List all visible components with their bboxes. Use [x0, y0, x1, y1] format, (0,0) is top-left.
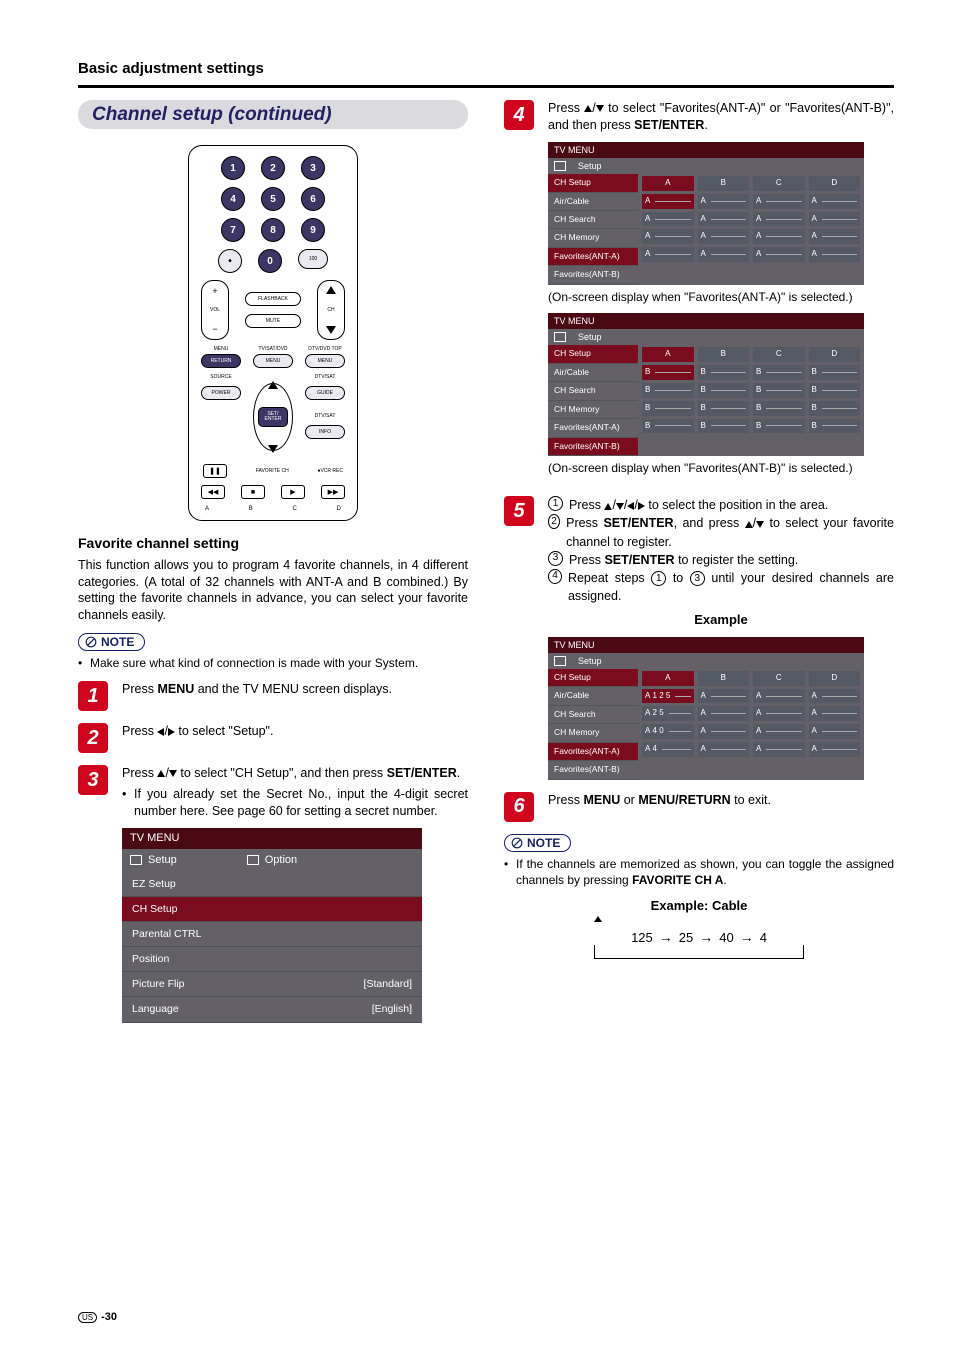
remote-flashback: FLASHBACK	[245, 292, 301, 306]
step-2-num: 2	[78, 723, 108, 753]
tvmenu-example: TV MENU Setup CH SetupAir/CableCH Search…	[548, 637, 864, 780]
step-3-body: Press / to select "CH Setup", and then p…	[122, 765, 468, 1022]
note-tag: NOTE	[78, 633, 145, 651]
tvmenu3-header: TV MENU	[122, 828, 422, 849]
remote-stop-icon: ■	[241, 485, 265, 499]
remote-vol: +VOL−	[201, 280, 229, 340]
remote-btn-5: 5	[261, 187, 285, 211]
remote-guide: GUIDE	[305, 386, 345, 400]
remote-info: INFO	[305, 425, 345, 439]
step-3-sub: If you already set the Secret No., input…	[122, 786, 468, 820]
remote-btn-9: 9	[301, 218, 325, 242]
tvmenu-favB: TV MENU Setup CH SetupAir/CableCH Search…	[548, 313, 864, 456]
remote-btn-0: 0	[258, 249, 282, 273]
remote-btn-3: 3	[301, 156, 325, 180]
intro-para: This function allows you to program 4 fa…	[78, 557, 468, 623]
remote-diagram: 123 456 789 • 0 100 +VOL− FLASHBACK MUTE C…	[188, 145, 358, 521]
remote-return: RETURN	[201, 354, 241, 368]
remote-mute: MUTE	[245, 314, 301, 328]
remote-ff-icon: ▶▶	[321, 485, 345, 499]
page-footer: US -30	[78, 1311, 117, 1323]
header-rule	[78, 85, 894, 88]
remote-btn-2: 2	[261, 156, 285, 180]
loop-line	[594, 945, 804, 959]
step-5-body: 1Press /// to select the position in the…	[548, 496, 894, 779]
section-header: Basic adjustment settings	[78, 60, 894, 77]
note2-text: If the channels are memorized as shown, …	[504, 856, 894, 888]
tvmenu3-row: Language[English]	[122, 997, 422, 1022]
note-tag-2: NOTE	[504, 834, 571, 852]
tvmenu3-row: Picture Flip[Standard]	[122, 972, 422, 997]
left-arrow-icon	[157, 728, 164, 736]
page-title: Channel setup (continued)	[92, 104, 332, 125]
circled-1-icon: 1	[548, 496, 563, 511]
example-heading: Example	[548, 611, 894, 629]
remote-dpad: SET/ ENTER	[247, 377, 299, 457]
step-3-num: 3	[78, 765, 108, 795]
circled-4-icon: 4	[548, 569, 562, 584]
step-1-num: 1	[78, 681, 108, 711]
tvmenu-favA: TV MENU Setup CH SetupAir/CableCH Search…	[548, 142, 864, 285]
note-icon	[511, 837, 523, 849]
circled-3-icon: 3	[548, 551, 563, 566]
remote-pause-icon: ❚❚	[203, 464, 227, 478]
down-arrow-icon	[596, 105, 604, 112]
subheading: Favorite channel setting	[78, 535, 468, 551]
captionB: (On-screen display when "Favorites(ANT-B…	[548, 460, 894, 476]
remote-btn-4: 4	[221, 187, 245, 211]
step-4-num: 4	[504, 100, 534, 130]
circled-2-icon: 2	[548, 514, 560, 529]
remote-rew-icon: ◀◀	[201, 485, 225, 499]
step-6-num: 6	[504, 792, 534, 822]
loop-arrow-icon	[594, 916, 602, 922]
remote-menu2: MENU	[253, 354, 293, 368]
remote-power: POWER	[201, 386, 241, 400]
remote-btn-1: 1	[221, 156, 245, 180]
up-arrow-icon	[584, 105, 592, 112]
remote-btn-dot: •	[218, 249, 242, 273]
example-cable-heading: Example: Cable	[504, 898, 894, 913]
tvmenu3-row: Parental CTRL	[122, 922, 422, 947]
right-arrow-icon	[168, 728, 175, 736]
remote-play-icon: ▶	[281, 485, 305, 499]
option-icon	[247, 855, 259, 865]
remote-set-enter: SET/ ENTER	[258, 407, 288, 427]
tvmenu3-row: Position	[122, 947, 422, 972]
step-5-num: 5	[504, 496, 534, 526]
tvmenu3-row: CH Setup	[122, 897, 422, 922]
step-4-body: Press / to select "Favorites(ANT-A)" or …	[548, 100, 894, 484]
remote-btn-8: 8	[261, 218, 285, 242]
captionA: (On-screen display when "Favorites(ANT-A…	[548, 289, 894, 305]
note1-text: Make sure what kind of connection is mad…	[78, 655, 468, 671]
note-icon	[85, 636, 97, 648]
tvmenu3-row: EZ Setup	[122, 872, 422, 897]
remote-btn-6: 6	[301, 187, 325, 211]
remote-btn-ent: 100	[298, 249, 328, 269]
step-2-body: Press / to select "Setup".	[122, 723, 468, 740]
cable-sequence: 125→ 25→ 40→ 4	[504, 929, 894, 945]
remote-ch: CH	[317, 280, 345, 340]
tv-icon	[130, 855, 142, 865]
title-bar: Channel setup (continued)	[78, 100, 468, 129]
step-1-body: Press MENU and the TV MENU screen displa…	[122, 681, 468, 698]
down-arrow-icon	[169, 770, 177, 777]
region-badge: US	[78, 1312, 97, 1323]
step-6-body: Press MENU or MENU/RETURN to exit.	[548, 792, 894, 809]
tvmenu-step3: TV MENU SetupOption EZ Setup CH Setup Pa…	[122, 828, 422, 1023]
remote-btn-7: 7	[221, 218, 245, 242]
remote-menu3: MENU	[305, 354, 345, 368]
up-arrow-icon	[157, 770, 165, 777]
